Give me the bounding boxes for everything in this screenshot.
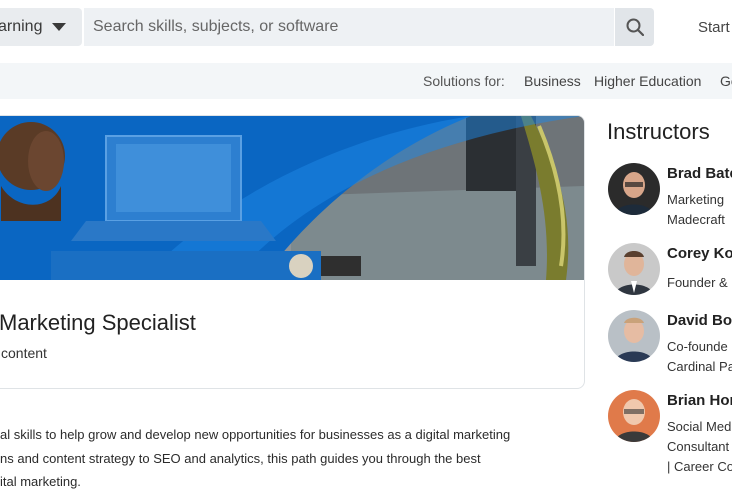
course-description: al skills to help grow and develop new o… (0, 423, 560, 494)
learning-dropdown-label: arning (0, 18, 43, 35)
search-input[interactable] (84, 17, 605, 37)
instructor-role: | Career Co (667, 459, 732, 474)
description-line: ns and content strategy to SEO and analy… (0, 450, 481, 466)
instructor-role: Cardinal Pa (667, 359, 732, 374)
caret-down-icon (52, 23, 66, 31)
top-header: arning Start (0, 0, 732, 56)
instructor-role: Co-founde (667, 339, 728, 354)
solutions-bar: Solutions for: Business Higher Education… (0, 63, 732, 99)
course-card: Marketing Specialist content (0, 115, 585, 389)
solutions-link-government[interactable]: Go (720, 73, 732, 89)
description-line: al skills to help grow and develop new o… (0, 427, 511, 442)
start-link[interactable]: Start (698, 19, 730, 36)
avatar[interactable] (608, 243, 660, 295)
solutions-label: Solutions for: (423, 73, 505, 89)
instructor-role: Madecraft (667, 212, 725, 227)
avatar[interactable] (608, 310, 660, 362)
avatar[interactable] (608, 163, 660, 215)
search-bar (84, 8, 614, 46)
search-icon (626, 18, 644, 36)
course-meta: content (1, 345, 47, 361)
instructor-role: Founder & (667, 275, 728, 290)
instructor-role: Social Med (667, 419, 732, 434)
instructors-heading: Instructors (607, 119, 710, 144)
instructor-name[interactable]: Corey Ko (667, 245, 732, 262)
instructor-role: Marketing (667, 192, 725, 207)
search-button[interactable] (615, 8, 654, 46)
course-hero-image (0, 116, 584, 280)
description-line: ital marketing. (0, 474, 81, 489)
learning-dropdown[interactable]: arning (0, 8, 82, 46)
avatar[interactable] (608, 390, 660, 442)
solutions-link-business[interactable]: Business (524, 73, 581, 89)
instructor-name[interactable]: Brad Bate (667, 165, 732, 182)
course-title[interactable]: Marketing Specialist (0, 310, 196, 336)
instructor-name[interactable]: David Bo (667, 312, 732, 329)
instructor-role: Consultant (667, 439, 730, 454)
solutions-link-higher-education[interactable]: Higher Education (594, 73, 701, 89)
instructor-name[interactable]: Brian Hor (667, 392, 732, 409)
